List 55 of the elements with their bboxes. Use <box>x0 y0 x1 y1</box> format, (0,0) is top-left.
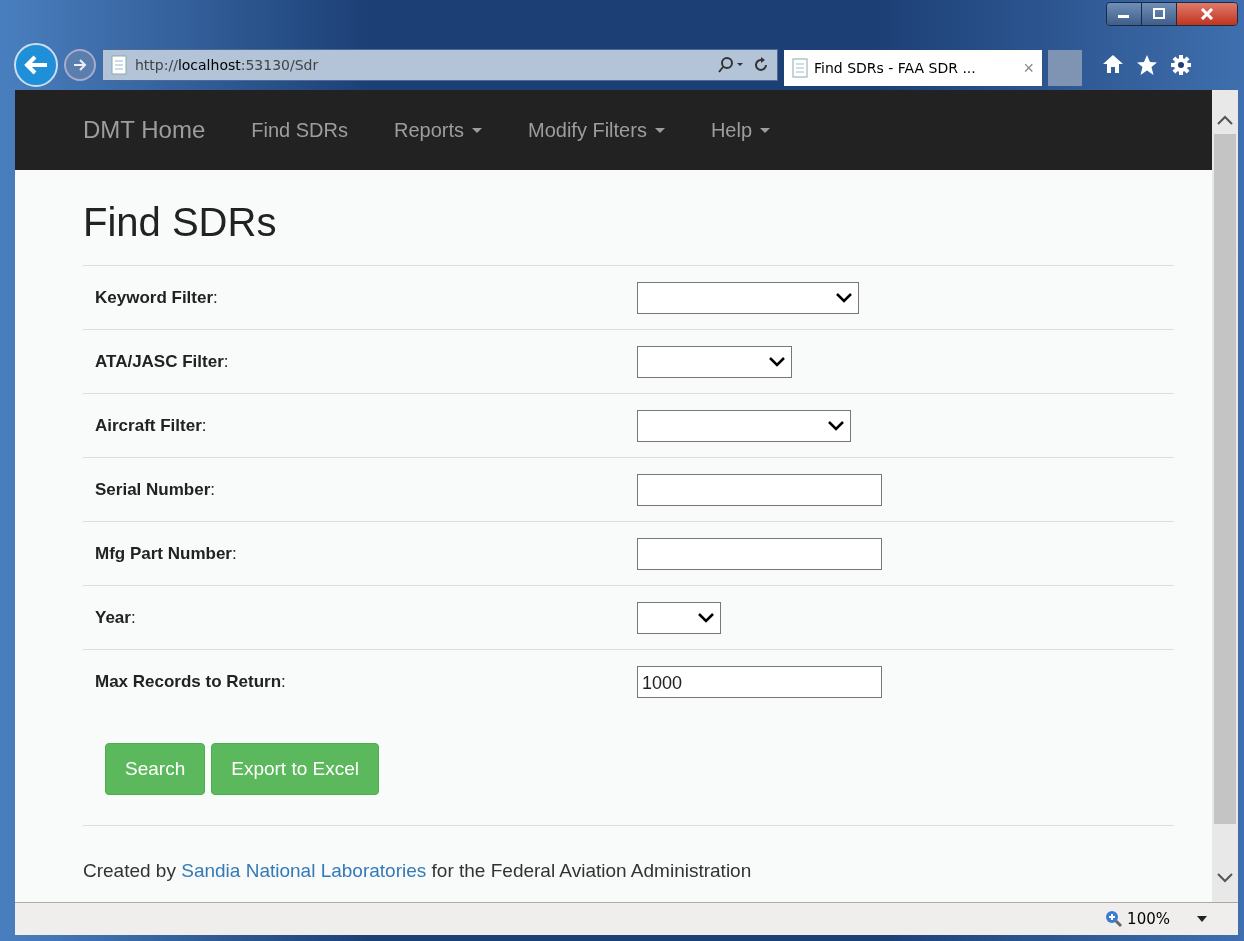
brand-link[interactable]: DMT Home <box>83 116 206 144</box>
nav-link[interactable]: Help <box>710 118 771 142</box>
input-field[interactable] <box>637 537 882 570</box>
dropdown-field[interactable] <box>637 409 851 442</box>
home-icon[interactable] <box>1102 54 1124 74</box>
dropdown-arrow-icon[interactable] <box>1196 915 1208 923</box>
field-label: Max Records to Return: <box>95 671 287 692</box>
page-icon <box>792 58 808 78</box>
input-field[interactable] <box>637 473 882 506</box>
close-icon <box>1200 8 1214 20</box>
maximize-button[interactable] <box>1142 3 1177 25</box>
scroll-up-icon[interactable] <box>1217 114 1233 126</box>
forward-arrow-icon <box>72 58 88 72</box>
dropdown-field[interactable] <box>637 601 721 634</box>
nav-link[interactable]: Find SDRs <box>251 118 348 142</box>
field-label: Serial Number: <box>95 479 216 500</box>
star-icon[interactable] <box>1136 54 1158 76</box>
zoom-icon[interactable] <box>1105 910 1124 928</box>
maximize-icon <box>1152 8 1166 20</box>
minimize-button[interactable] <box>1107 3 1142 25</box>
zoom-level[interactable]: 100% <box>1127 910 1170 928</box>
field-label: Year: <box>95 607 137 628</box>
caret-icon <box>472 127 482 133</box>
back-button[interactable] <box>14 43 58 87</box>
chevron-down-icon <box>769 356 785 367</box>
forward-button[interactable] <box>64 49 96 81</box>
caret-icon <box>654 127 665 133</box>
page-icon <box>111 55 127 75</box>
footer-link[interactable]: Sandia National Laboratories <box>181 860 427 881</box>
caret-icon <box>760 127 771 133</box>
scrollbar[interactable] <box>1212 90 1238 902</box>
chevron-down-icon <box>828 420 844 431</box>
dropdown-field[interactable] <box>637 345 792 378</box>
address-bar[interactable]: http://localhost:53130/Sdr <box>102 49 778 81</box>
back-arrow-icon <box>23 54 49 76</box>
input-field[interactable]: 1000 <box>637 665 882 698</box>
refresh-icon[interactable] <box>753 56 769 74</box>
tab-close-button[interactable]: × <box>1023 57 1034 79</box>
dropdown-field[interactable] <box>637 281 859 314</box>
search-icon[interactable] <box>717 56 745 74</box>
browser-tab[interactable]: Find SDRs - FAA SDR ... × <box>784 50 1042 86</box>
nav-link[interactable]: Reports <box>393 118 482 142</box>
chevron-down-icon <box>698 612 714 623</box>
field-label: Keyword Filter: <box>95 287 219 308</box>
scroll-thumb[interactable] <box>1214 134 1236 824</box>
footer-text: Created by Sandia National Laboratories for the Federal Aviation Administration <box>83 860 752 881</box>
page-title: Find SDRs <box>83 200 278 245</box>
scroll-down-icon[interactable] <box>1217 872 1233 884</box>
nav-link[interactable]: Modify Filters <box>528 118 665 142</box>
field-label: Aircraft Filter: <box>95 415 208 436</box>
close-button[interactable] <box>1177 3 1237 25</box>
field-label: Mfg Part Number: <box>95 543 238 564</box>
chevron-down-icon <box>836 292 852 303</box>
field-label: ATA/JASC Filter: <box>95 351 230 372</box>
tab-title: Find SDRs - FAA SDR ... <box>814 60 977 76</box>
